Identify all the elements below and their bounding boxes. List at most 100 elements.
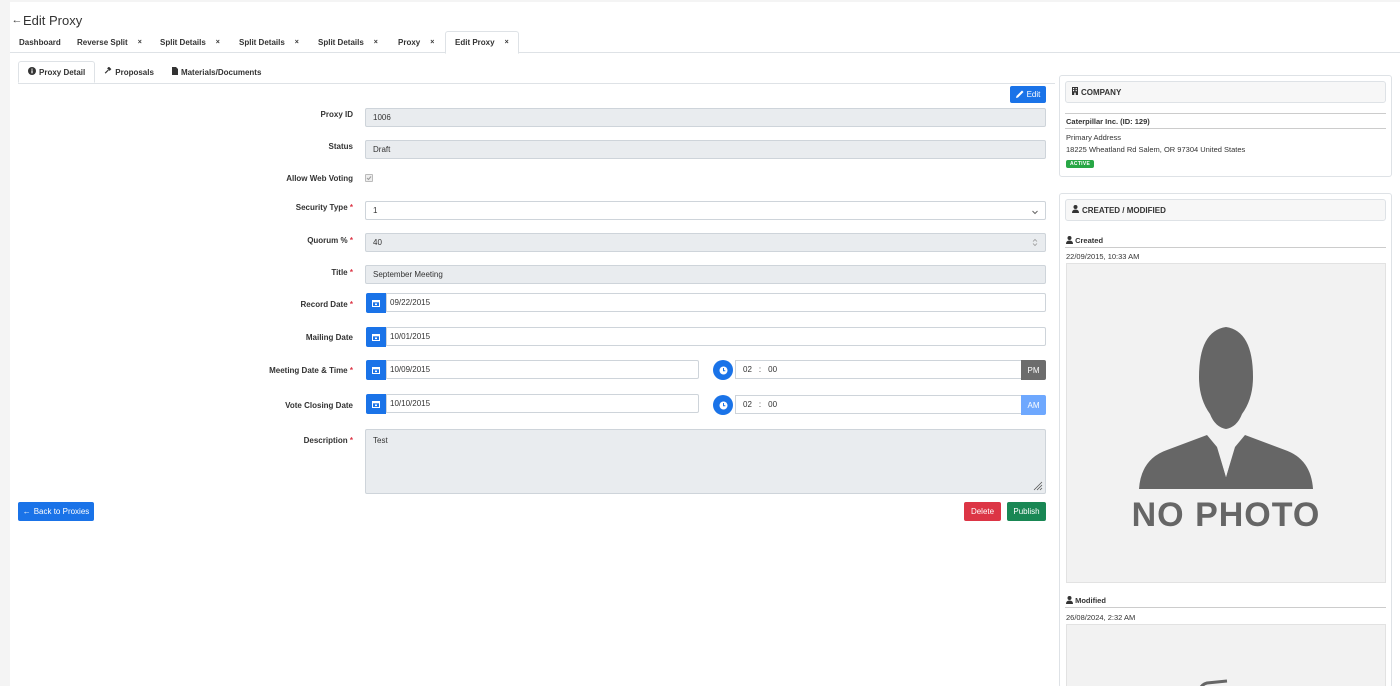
subtab-proxy-detail[interactable]: Proxy Detail	[18, 61, 96, 83]
divider	[1065, 128, 1386, 129]
tab-reverse-split[interactable]: Reverse Split ×	[68, 31, 151, 53]
tab-bar: Dashboard Reverse Split × Split Details × …	[10, 31, 1400, 54]
tab-label: Edit Proxy	[455, 38, 495, 47]
allow-web-voting-checkbox[interactable]	[365, 174, 373, 182]
calendar-icon[interactable]	[366, 360, 386, 380]
arrow-left-icon: ←	[22, 507, 31, 516]
title-label: Title *	[10, 268, 353, 277]
modified-label-text: Modified	[1075, 596, 1106, 605]
status-field: Draft	[365, 140, 1046, 159]
minute-value[interactable]: 00	[768, 365, 777, 374]
tab-label: Split Details	[160, 37, 206, 47]
delete-button[interactable]: Delete	[964, 502, 1001, 521]
calendar-icon[interactable]	[366, 327, 386, 347]
title-field[interactable]: September Meeting	[365, 265, 1046, 284]
quorum-field[interactable]: 40	[365, 233, 1046, 252]
tab-dashboard[interactable]: Dashboard	[10, 31, 70, 53]
vote-closing-ampm-toggle[interactable]: AM	[1021, 395, 1046, 415]
avatar-silhouette-icon	[1199, 679, 1228, 686]
resize-handle-icon[interactable]	[1033, 481, 1043, 491]
proxy-id-label: Proxy ID	[10, 110, 353, 119]
field-value: 10/09/2015	[390, 365, 431, 374]
vote-closing-date-input[interactable]: 10/10/2015	[386, 394, 699, 413]
spinner-icon[interactable]	[1032, 238, 1038, 249]
company-card: COMPANY Caterpillar Inc. (ID: 129) Prima…	[1059, 75, 1392, 177]
close-icon[interactable]: ×	[374, 39, 378, 46]
back-to-proxies-button[interactable]: ← Back to Proxies	[18, 502, 94, 521]
mailing-date-input[interactable]: 10/01/2015	[386, 327, 1046, 346]
record-date-label: Record Date *	[10, 300, 353, 309]
record-date-input[interactable]: 09/22/2015	[386, 293, 1046, 312]
close-icon[interactable]: ×	[505, 39, 509, 46]
hour-value[interactable]: 02	[743, 400, 752, 409]
meeting-date-input[interactable]: 10/09/2015	[386, 360, 699, 379]
close-icon[interactable]: ×	[295, 39, 299, 46]
mailing-date-label: Mailing Date	[10, 333, 353, 342]
modified-by-photo	[1066, 624, 1386, 686]
vote-closing-date-label: Vote Closing Date	[10, 401, 353, 410]
required-mark: *	[349, 300, 353, 309]
vote-closing-time-input[interactable]: 02 : 00	[735, 395, 1022, 414]
chevron-down-icon	[1032, 208, 1038, 217]
subtab-materials[interactable]: Materials/Documents	[163, 61, 270, 83]
clock-icon[interactable]	[713, 395, 733, 415]
delete-button-label: Delete	[970, 507, 995, 516]
calendar-icon[interactable]	[366, 293, 386, 313]
user-icon	[1066, 596, 1075, 605]
edit-button-label: Edit	[1026, 90, 1041, 99]
status-badge: ACTIVE	[1066, 160, 1095, 168]
time-separator: :	[758, 400, 762, 409]
clock-icon[interactable]	[713, 360, 733, 380]
minute-value[interactable]: 00	[768, 400, 777, 409]
company-card-header: COMPANY	[1065, 81, 1386, 103]
created-at: 22/09/2015, 10:33 AM	[1066, 252, 1140, 261]
subtab-divider	[18, 83, 1055, 84]
tab-proxy[interactable]: Proxy ×	[389, 31, 443, 53]
label-text: Proxy ID	[320, 110, 353, 119]
close-icon[interactable]: ×	[138, 39, 142, 46]
required-mark: *	[349, 366, 353, 375]
tab-label: Split Details	[318, 37, 364, 47]
label-text: Record Date	[300, 300, 348, 309]
time-separator: :	[758, 365, 762, 374]
security-type-select[interactable]: 1	[365, 201, 1046, 220]
audit-card: CREATED / MODIFIED Created 22/09/2015, 1…	[1059, 193, 1392, 686]
arrow-left-icon[interactable]: ←	[10, 14, 24, 26]
tab-edit-proxy[interactable]: Edit Proxy ×	[445, 31, 519, 54]
label-text: Title	[331, 268, 348, 277]
tab-label: Proxy	[398, 37, 421, 47]
publish-button-label: Publish	[1013, 507, 1040, 516]
close-icon[interactable]: ×	[216, 39, 220, 46]
field-value: 10/10/2015	[390, 399, 431, 408]
field-value: 09/22/2015	[390, 298, 431, 307]
label-text: Security Type	[295, 203, 348, 212]
meeting-ampm-toggle[interactable]: PM	[1021, 360, 1046, 380]
tab-split-details-3[interactable]: Split Details ×	[309, 31, 387, 53]
tab-split-details-1[interactable]: Split Details ×	[151, 31, 229, 53]
field-value: 10/01/2015	[390, 332, 431, 341]
company-name: Caterpillar Inc. (ID: 129)	[1066, 117, 1150, 126]
label-text: Vote Closing Date	[285, 401, 353, 410]
tab-split-details-2[interactable]: Split Details ×	[230, 31, 308, 53]
calendar-icon[interactable]	[366, 394, 386, 414]
tab-label: Dashboard	[19, 37, 61, 47]
hour-value[interactable]: 02	[743, 365, 752, 374]
meeting-time-input[interactable]: 02 : 00	[735, 360, 1022, 379]
tab-label: Reverse Split	[77, 37, 128, 47]
field-value: 1006	[373, 113, 391, 122]
file-icon	[171, 67, 178, 77]
label-text: Allow Web Voting	[286, 174, 353, 183]
close-icon[interactable]: ×	[430, 39, 434, 46]
audit-header-label: CREATED / MODIFIED	[1082, 205, 1166, 215]
created-label: Created	[1066, 236, 1103, 245]
audit-card-header: CREATED / MODIFIED	[1065, 199, 1386, 221]
description-textarea[interactable]: Test	[365, 429, 1046, 494]
subtab-proposals[interactable]: Proposals	[95, 61, 163, 83]
ampm-label: PM	[1027, 365, 1040, 375]
edit-button[interactable]: Edit	[1010, 86, 1046, 103]
back-button-label: Back to Proxies	[33, 507, 90, 516]
field-value: 1	[373, 206, 378, 215]
user-icon	[1072, 205, 1079, 215]
building-icon	[1072, 87, 1078, 97]
publish-button[interactable]: Publish	[1007, 502, 1046, 521]
